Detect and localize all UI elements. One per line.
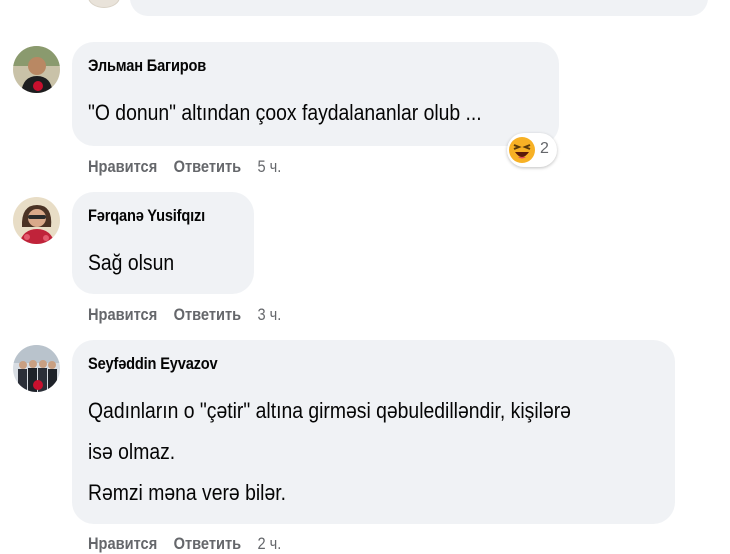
reply-link[interactable]: Ответить [174, 157, 242, 176]
comment-author[interactable]: Fərqanə Yusifqızı [88, 206, 205, 226]
comment-author[interactable]: Эльман Багиров [88, 56, 206, 76]
comment-actions: Нравится Ответить 2 ч. [88, 534, 298, 554]
timestamp[interactable]: 3 ч. [257, 305, 281, 324]
comment-bubble: Fərqanə Yusifqızı Sağ olsun [72, 192, 254, 294]
comment-text-line: isə olmaz. [88, 439, 176, 464]
avatar[interactable] [88, 0, 120, 8]
comment-bubble: Эльман Багиров "O donun" altından çoox f… [72, 42, 559, 146]
reply-link[interactable]: Ответить [174, 534, 242, 553]
avatar[interactable] [13, 197, 60, 244]
comment-text-line: Qadınların o "çətir" altına girməsi qəbu… [88, 398, 571, 423]
reaction-badge[interactable]: 2 [507, 133, 557, 167]
comment-bubble: Seyfəddin Eyvazov Qadınların o "çətir" a… [72, 340, 675, 524]
comment-text-line: Rəmzi məna verə bilər. [88, 480, 286, 505]
avatar[interactable] [13, 46, 60, 93]
laughing-emoji-icon [509, 137, 535, 163]
timestamp[interactable]: 2 ч. [257, 534, 281, 553]
comment-bubble [130, 0, 708, 16]
comment-actions: Нравится Ответить 5 ч. [88, 157, 298, 177]
timestamp[interactable]: 5 ч. [257, 157, 281, 176]
comment-author[interactable]: Seyfəddin Eyvazov [88, 354, 218, 374]
avatar[interactable] [13, 345, 60, 392]
like-link[interactable]: Нравится [88, 534, 157, 553]
comment-text: "O donun" altından çoox faydalananlar ol… [88, 100, 482, 125]
comment-actions: Нравится Ответить 3 ч. [88, 305, 298, 325]
reply-link[interactable]: Ответить [174, 305, 242, 324]
reaction-count: 2 [540, 140, 549, 157]
comment-text: Sağ olsun [88, 250, 175, 275]
like-link[interactable]: Нравится [88, 157, 157, 176]
like-link[interactable]: Нравится [88, 305, 157, 324]
